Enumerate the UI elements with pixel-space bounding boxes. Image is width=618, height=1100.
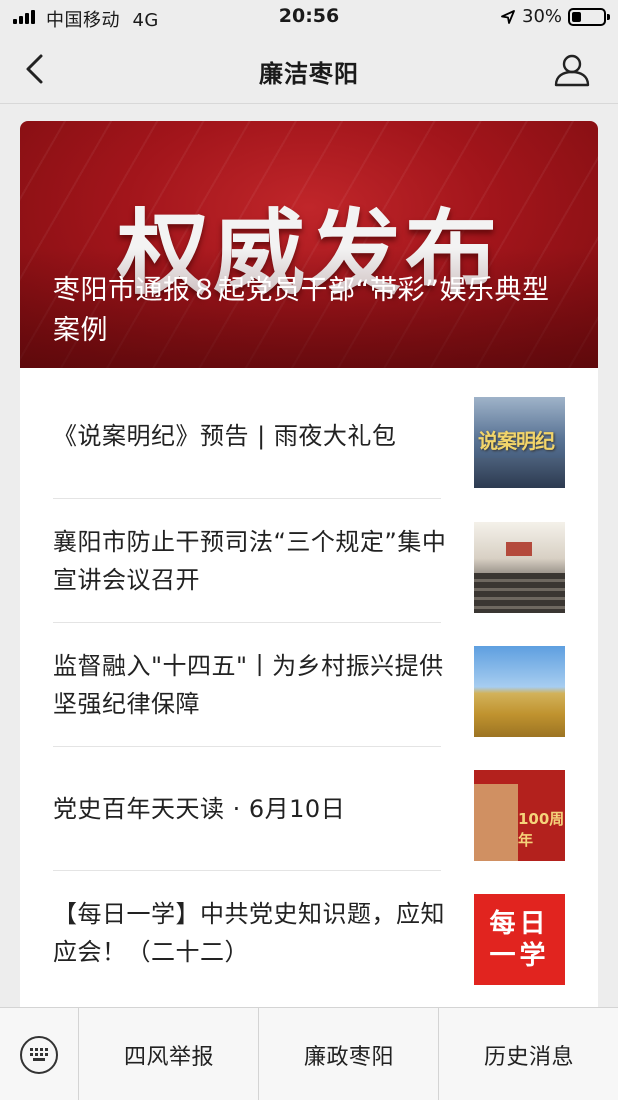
featured-article-title: 枣阳市通报８起党员干部“带彩”娱乐典型案例 — [53, 275, 550, 346]
list-item[interactable]: 【每日一学】中共党史知识题，应知应会！（二十二） 每日 一学 — [53, 871, 575, 995]
status-bar: 中国移动 4G 20:56 30% — [0, 0, 618, 34]
menu-item-lianzheng[interactable]: 廉政枣阳 — [260, 1008, 439, 1100]
article-thumbnail: 100周年 — [474, 770, 565, 861]
article-title: 襄阳市防止干预司法“三个规定”集中宣讲会议召开 — [53, 528, 447, 594]
thumbnail-text: 100周年 — [518, 810, 565, 849]
list-item[interactable]: 党史百年天天读 · 6月10日 100周年 — [53, 747, 575, 871]
nav-bar: 廉洁枣阳 — [0, 34, 618, 104]
list-item[interactable]: 襄阳市防止干预司法“三个规定”集中宣讲会议召开 — [53, 499, 575, 623]
article-title: 监督融入"十四五"丨为乡村振兴提供坚强纪律保障 — [53, 652, 444, 718]
article-card: 权威发布 枣阳市通报８起党员干部“带彩”娱乐典型案例 《说案明纪》预告 | 雨夜… — [20, 121, 598, 1011]
battery-percent: 30% — [522, 6, 563, 27]
article-thumbnail: 每日 一学 — [474, 894, 565, 985]
list-item[interactable]: 《说案明纪》预告 | 雨夜大礼包 说案明纪 — [53, 374, 575, 498]
keyboard-icon — [20, 1036, 58, 1074]
article-thumbnail — [474, 646, 565, 737]
battery-icon — [568, 8, 610, 26]
article-title: 党史百年天天读 · 6月10日 — [53, 795, 346, 823]
article-thumbnail: 说案明纪 — [474, 397, 565, 488]
list-item[interactable]: 监督融入"十四五"丨为乡村振兴提供坚强纪律保障 — [53, 623, 575, 747]
keyboard-toggle-button[interactable] — [0, 1008, 79, 1100]
article-title: 《说案明纪》预告 | 雨夜大礼包 — [53, 422, 397, 450]
article-thumbnail — [474, 522, 565, 613]
battery-level — [572, 12, 581, 22]
location-arrow-icon — [501, 10, 515, 24]
menu-item-report[interactable]: 四风举报 — [80, 1008, 259, 1100]
menu-item-history[interactable]: 历史消息 — [440, 1008, 618, 1100]
thumbnail-text: 说案明纪 — [478, 429, 555, 453]
person-icon[interactable] — [552, 52, 592, 88]
thumbnail-text: 每日 一学 — [489, 909, 550, 971]
article-title: 【每日一学】中共党史知识题，应知应会！（二十二） — [53, 900, 445, 966]
featured-article-banner[interactable]: 权威发布 枣阳市通报８起党员干部“带彩”娱乐典型案例 — [20, 121, 598, 368]
bottom-menu: 四风举报 廉政枣阳 历史消息 — [0, 1007, 618, 1100]
page-title: 廉洁枣阳 — [259, 60, 359, 88]
